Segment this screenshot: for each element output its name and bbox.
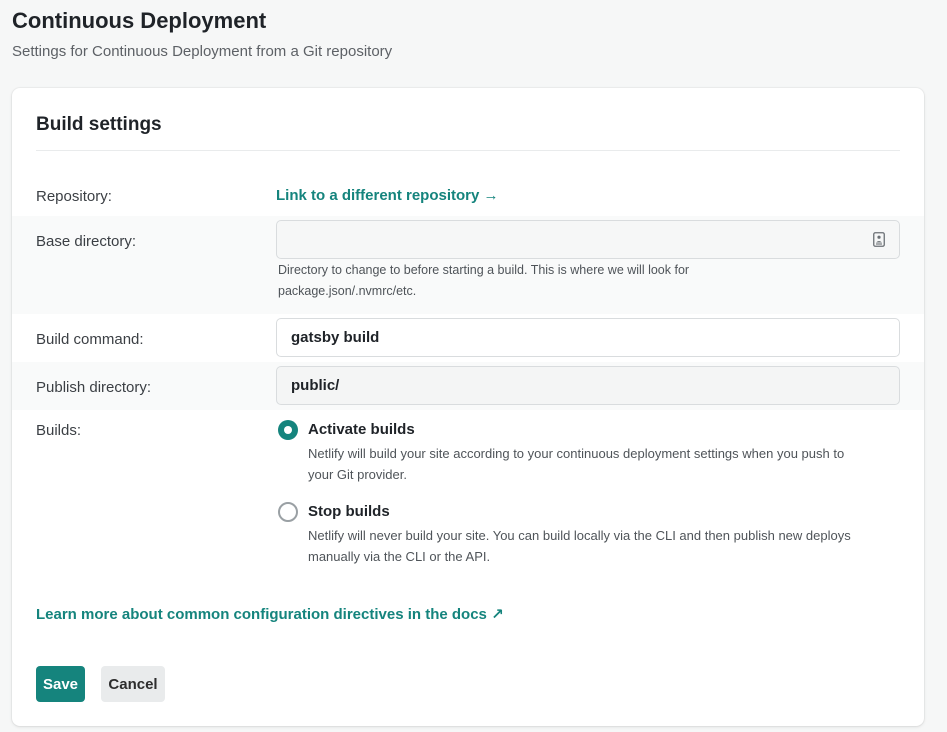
activate-builds-desc-line1: Netlify will build your site according t… <box>308 446 845 461</box>
stop-builds-desc-line2: manually via the CLI or the API. <box>308 549 491 564</box>
repository-label: Repository: <box>36 188 112 205</box>
build-command-input[interactable]: gatsby build <box>276 318 900 357</box>
card-divider <box>36 150 900 151</box>
builds-label: Builds: <box>36 422 82 439</box>
link-different-repository[interactable]: Link to a different repository → <box>276 187 499 204</box>
activate-builds-title[interactable]: Activate builds <box>308 421 415 438</box>
build-command-label: Build command: <box>36 331 144 348</box>
stop-builds-desc-line1: Netlify will never build your site. You … <box>308 528 851 543</box>
configuration-docs-link[interactable]: Learn more about common configuration di… <box>36 605 504 623</box>
base-directory-help-line1: Directory to change to before starting a… <box>278 263 690 277</box>
cancel-button[interactable]: Cancel <box>101 666 165 702</box>
contact-card-icon[interactable] <box>873 232 885 247</box>
publish-directory-value: public/ <box>291 377 340 394</box>
stop-builds-title[interactable]: Stop builds <box>308 503 390 520</box>
page-subtitle: Settings for Continuous Deployment from … <box>12 43 393 60</box>
stop-builds-radio[interactable] <box>278 502 298 522</box>
build-command-value: gatsby build <box>291 329 380 346</box>
activate-builds-radio[interactable] <box>278 420 298 440</box>
build-settings-card: Build settings Repository: Link to a dif… <box>12 88 924 726</box>
activate-builds-desc-line2: your Git provider. <box>308 467 407 482</box>
page-title: Continuous Deployment <box>12 8 267 33</box>
base-directory-label: Base directory: <box>36 233 137 250</box>
base-directory-help-line2: package.json/.nvmrc/etc. <box>278 284 417 298</box>
card-title: Build settings <box>36 114 162 135</box>
publish-directory-input[interactable]: public/ <box>276 366 900 405</box>
publish-directory-label: Publish directory: <box>36 379 152 396</box>
base-directory-input[interactable] <box>276 220 900 259</box>
save-button[interactable]: Save <box>36 666 85 702</box>
